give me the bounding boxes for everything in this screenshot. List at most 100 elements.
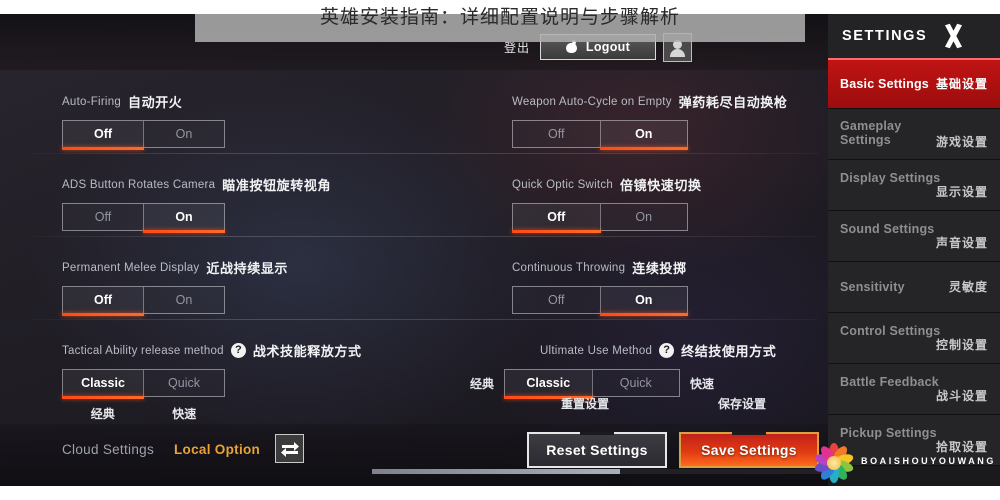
sublabel-classic-cn: 经典 [90, 407, 115, 421]
sidebar-item-label-en: Display Settings [840, 170, 941, 185]
sublabel-quick-cn: 快速 [172, 407, 197, 421]
swap-arrows-button[interactable] [275, 434, 304, 463]
setting-label-en: Ultimate Use Method [540, 344, 653, 357]
toggle-option-on[interactable]: On [599, 121, 688, 150]
local-option-tab[interactable]: Local Option [174, 442, 260, 457]
toggle-group[interactable]: Off On [62, 120, 225, 150]
toggle-with-flanks: 经典 Classic Quick 快速 [470, 369, 776, 399]
sidebar-item-label-cn: 战斗设置 [935, 388, 988, 403]
sidebar-item-gameplay-settings[interactable]: Gameplay Settings 游戏设置 [828, 109, 1000, 160]
toggle-group[interactable]: Off On [512, 120, 688, 150]
toggle-option-off[interactable]: Off [512, 204, 600, 233]
setting-quick-optic-switch: Quick Optic Switch 倍镜快速切换 Off On [512, 175, 702, 233]
horizontal-scrollbar[interactable] [372, 469, 827, 474]
settings-row: Auto-Firing 自动开火 Off On Weapon Auto-Cycl… [0, 70, 828, 153]
save-settings-label-cn: 保存设置 [718, 397, 767, 411]
sidebar-header: SETTINGS [828, 14, 1000, 58]
sidebar-item-battle-feedback[interactable]: Battle Feedback 战斗设置 [828, 364, 1000, 415]
sidebar-item-display-settings[interactable]: Display Settings 显示设置 [828, 160, 1000, 211]
cloud-settings-tab[interactable]: Cloud Settings [62, 442, 154, 457]
toggle-option-off[interactable]: Off [513, 121, 600, 147]
setting-label: Continuous Throwing 连续投掷 [512, 258, 688, 278]
toggle-option-off[interactable]: Off [62, 287, 144, 316]
setting-label: Weapon Auto-Cycle on Empty 弹药耗尽自动换枪 [512, 92, 788, 112]
sidebar-item-sensitivity[interactable]: Sensitivity 灵敏度 [828, 262, 1000, 313]
toggle-option-quick[interactable]: Quick [591, 370, 680, 396]
toggle-option-classic[interactable]: Classic [504, 370, 593, 399]
toggle-option-off[interactable]: Off [513, 287, 600, 313]
save-settings-label: Save Settings [701, 442, 797, 458]
toggle-group[interactable]: Off On [512, 286, 688, 316]
setting-label-en: Continuous Throwing [512, 261, 626, 274]
sidebar-item-label-en: Basic Settings [840, 77, 929, 91]
setting-label: ADS Button Rotates Camera 瞄准按钮旋转视角 [62, 175, 332, 195]
toggle-option-on[interactable]: On [599, 287, 688, 316]
x-close-icon[interactable] [941, 23, 967, 49]
setting-label: Auto-Firing 自动开火 [62, 92, 225, 112]
toggle-option-quick[interactable]: Quick [143, 370, 224, 396]
sidebar-item-label-cn: 显示设置 [935, 184, 988, 199]
setting-label-en: Tactical Ability release method [62, 344, 224, 357]
setting-label-cn: 倍镜快速切换 [620, 179, 702, 194]
toggle-group[interactable]: Off On [512, 203, 688, 233]
setting-continuous-throwing: Continuous Throwing 连续投掷 Off On [512, 258, 688, 316]
toggle-group[interactable]: Classic Quick [504, 369, 681, 399]
flower-logo-icon [813, 442, 855, 484]
setting-label-cn: 近战持续显示 [206, 262, 289, 277]
game-settings-screen: 登出 Logout Auto-Firing 自动开火 Off On Weapon… [0, 14, 1000, 486]
sidebar-item-label-cn: 灵敏度 [948, 279, 988, 294]
reset-settings-label: Reset Settings [546, 442, 648, 458]
reset-settings-button[interactable]: Reset Settings [527, 432, 667, 468]
sidebar-item-basic-settings[interactable]: Basic Settings 基础设置 [828, 58, 1000, 109]
sidebar-item-label-cn: 声音设置 [935, 235, 988, 250]
sidebar-item-label-cn: 控制设置 [935, 337, 988, 352]
question-mark-icon[interactable]: ? [659, 343, 675, 358]
button-notch [580, 432, 614, 435]
toggle-option-on[interactable]: On [599, 204, 688, 230]
toggle-group[interactable]: Off On [62, 286, 225, 316]
page-title: 英雄安装指南：详细配置说明与步骤解析 [319, 6, 680, 28]
setting-weapon-auto-cycle: Weapon Auto-Cycle on Empty 弹药耗尽自动换枪 Off … [512, 92, 788, 150]
flank-label-classic-cn: 经典 [470, 376, 495, 391]
toggle-option-off[interactable]: Off [63, 204, 143, 230]
site-watermark: BOAISHOUYOUWANG [813, 442, 996, 484]
setting-label: Permanent Melee Display 近战持续显示 [62, 258, 289, 278]
setting-label-cn: 瞄准按钮旋转视角 [222, 179, 332, 194]
setting-label-en: Permanent Melee Display [62, 261, 200, 274]
setting-label-cn: 终结技使用方式 [681, 345, 777, 360]
setting-label-cn: 连续投掷 [632, 262, 687, 277]
setting-ads-rotates-camera: ADS Button Rotates Camera 瞄准按钮旋转视角 Off O… [62, 175, 332, 233]
watermark-text: BOAISHOUYOUWANG [860, 456, 996, 466]
toggle-option-on[interactable]: On [143, 204, 225, 233]
toggle-option-off[interactable]: Off [62, 121, 144, 150]
question-mark-icon[interactable]: ? [230, 343, 246, 358]
setting-label-en: ADS Button Rotates Camera [62, 178, 216, 191]
toggle-group[interactable]: Off On [62, 203, 225, 233]
button-notch [732, 432, 766, 435]
setting-label: Ultimate Use Method ? 终结技使用方式 [512, 341, 776, 360]
settings-row: ADS Button Rotates Camera 瞄准按钮旋转视角 Off O… [0, 153, 828, 236]
setting-label-cn: 弹药耗尽自动换枪 [678, 96, 788, 111]
settings-row: Permanent Melee Display 近战持续显示 Off On Co… [0, 236, 828, 319]
save-settings-button[interactable]: Save Settings [679, 432, 819, 468]
setting-label-en: Auto-Firing [62, 95, 121, 108]
swap-arrows-icon [280, 441, 299, 457]
toggle-option-on[interactable]: On [143, 287, 224, 313]
setting-auto-firing: Auto-Firing 自动开火 Off On [62, 92, 225, 150]
flank-label-quick-cn: 快速 [690, 376, 715, 391]
toggle-option-classic[interactable]: Classic [62, 370, 144, 399]
toggle-option-on[interactable]: On [143, 121, 224, 147]
scrollbar-thumb[interactable] [372, 469, 620, 474]
toggle-group[interactable]: Classic Quick [62, 369, 225, 399]
sidebar-item-control-settings[interactable]: Control Settings 控制设置 [828, 313, 1000, 364]
setting-tactical-ability-release: Tactical Ability release method ? 战术技能释放… [62, 341, 362, 422]
sidebar-item-label-en: Control Settings [840, 323, 941, 338]
setting-label-en: Weapon Auto-Cycle on Empty [512, 95, 672, 108]
setting-label-en: Quick Optic Switch [512, 178, 613, 191]
sidebar-item-label-cn: 基础设置 [935, 76, 988, 91]
setting-label-cn: 战术技能释放方式 [252, 345, 362, 360]
sidebar-item-sound-settings[interactable]: Sound Settings 声音设置 [828, 211, 1000, 262]
setting-permanent-melee-display: Permanent Melee Display 近战持续显示 Off On [62, 258, 289, 316]
logout-button-label: Logout [585, 40, 631, 54]
setting-label: Tactical Ability release method ? 战术技能释放… [62, 341, 362, 360]
